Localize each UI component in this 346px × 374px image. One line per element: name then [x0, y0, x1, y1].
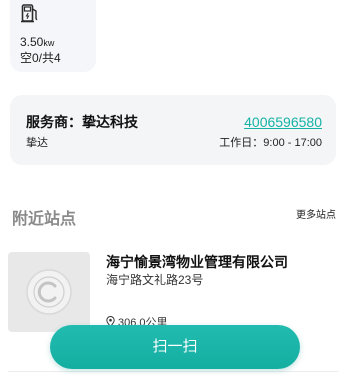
charger-power-unit: kw — [43, 38, 55, 48]
charger-availability: 空0/共4 — [20, 51, 61, 65]
provider-hours: 工作日：9:00 - 17:00 — [219, 137, 322, 149]
provider-short-name: 挚达 — [26, 137, 48, 149]
list-divider — [8, 371, 338, 372]
charger-icon — [20, 3, 40, 23]
provider-phone-link[interactable]: 4006596580 — [244, 113, 322, 131]
more-stations-link[interactable]: 更多站点 — [296, 209, 336, 223]
station-image — [8, 252, 90, 332]
scan-button[interactable]: 扫一扫 — [50, 325, 300, 369]
charger-power-value: 3.50 — [20, 35, 44, 49]
station-logo-icon — [26, 269, 72, 315]
section-title-nearby: 附近站点 — [12, 211, 77, 228]
provider-name: 服务商：挚达科技 — [26, 114, 138, 130]
provider-card: 服务商：挚达科技 4006596580 挚达 工作日：9:00 - 17:00 — [10, 95, 336, 165]
charger-power: 3.50kw — [20, 35, 54, 50]
station-name: 海宁愉景湾物业管理有限公司 — [106, 254, 288, 270]
station-address: 海宁路文礼路23号 — [106, 273, 204, 287]
